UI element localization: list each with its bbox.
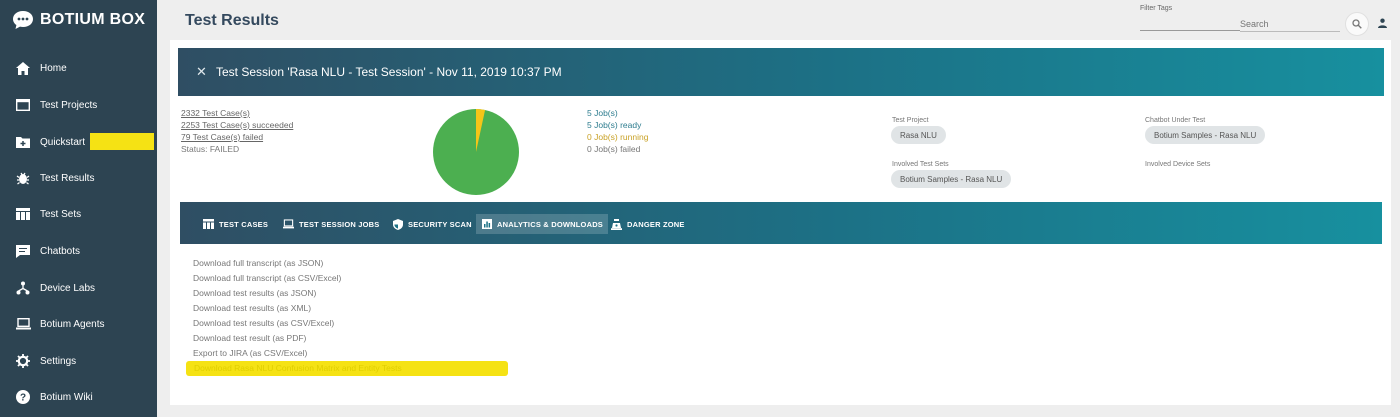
tab-test-cases[interactable]: TEST CASES xyxy=(198,214,273,234)
chatbot-label: Chatbot Under Test xyxy=(1145,117,1206,124)
laptop-icon xyxy=(283,219,294,230)
download-results-json-link[interactable]: Download test results (as JSON) xyxy=(193,288,316,298)
export-jira-link[interactable]: Export to JIRA (as CSV/Excel) xyxy=(193,348,307,358)
jobs-failed: 0 Job(s) failed xyxy=(587,144,641,154)
page-title: Test Results xyxy=(185,12,279,29)
folder-plus-icon xyxy=(15,134,31,150)
tab-label: DANGER ZONE xyxy=(627,219,685,229)
filter-tags-input[interactable] xyxy=(1140,30,1240,31)
chart-icon xyxy=(481,219,492,230)
chat-bubble-logo-icon xyxy=(13,11,33,29)
test-project-label: Test Project xyxy=(892,117,929,124)
download-confusion-matrix-link[interactable]: Download Rasa NLU Confusion Matrix and E… xyxy=(186,361,508,376)
tab-label: ANALYTICS & DOWNLOADS xyxy=(497,219,604,229)
sidebar-item-label: Botium Agents xyxy=(40,318,105,330)
tab-label: TEST SESSION JOBS xyxy=(299,219,380,229)
help-icon: ? xyxy=(15,389,31,405)
laptop-icon xyxy=(15,316,31,332)
tab-danger-zone[interactable]: DANGER ZONE xyxy=(606,214,690,234)
jobs-ready: 5 Job(s) ready xyxy=(587,120,642,130)
search-input[interactable] xyxy=(1240,16,1340,32)
search-icon xyxy=(1352,19,1362,29)
results-pie-chart xyxy=(433,109,519,195)
download-results-xml-link[interactable]: Download test results (as XML) xyxy=(193,303,311,313)
download-transcript-json-link[interactable]: Download full transcript (as JSON) xyxy=(193,258,323,268)
sidebar-item-settings[interactable]: Settings xyxy=(0,349,157,373)
sidebar: BOTIUM BOX Home Test Projects Quickstart… xyxy=(0,0,157,417)
download-result-pdf-link[interactable]: Download test result (as PDF) xyxy=(193,333,306,343)
table-icon xyxy=(15,206,31,222)
svg-text:?: ? xyxy=(20,393,26,404)
sidebar-item-test-projects[interactable]: Test Projects xyxy=(0,93,157,117)
chatbot-chip[interactable]: Botium Samples - Rasa NLU xyxy=(1145,126,1266,144)
bug-icon xyxy=(15,170,31,186)
sidebar-item-botium-agents[interactable]: Botium Agents xyxy=(0,312,157,336)
tabs-bar: TEST CASES TEST SESSION JOBS SECURITY SC… xyxy=(180,202,1382,244)
jobs-running: 0 Job(s) running xyxy=(587,132,649,142)
jobs-total: 5 Job(s) xyxy=(587,108,618,118)
sidebar-item-botium-wiki[interactable]: ? Botium Wiki xyxy=(0,385,157,409)
session-title: Test Session 'Rasa NLU - Test Session' -… xyxy=(216,65,562,79)
test-set-chip[interactable]: Botium Samples - Rasa NLU xyxy=(891,170,1012,188)
sidebar-item-home[interactable]: Home xyxy=(0,56,157,80)
succeeded-link[interactable]: 2253 Test Case(s) succeeded xyxy=(181,120,293,130)
filter-tags-label: Filter Tags xyxy=(1140,5,1173,12)
sidebar-item-label: Device Labs xyxy=(40,282,96,294)
failed-link[interactable]: 79 Test Case(s) failed xyxy=(181,132,263,142)
test-project-chip[interactable]: Rasa NLU xyxy=(891,126,946,144)
folder-icon xyxy=(15,97,31,113)
gear-icon xyxy=(15,353,31,369)
device-sets-label: Involved Device Sets xyxy=(1145,161,1211,168)
tab-label: TEST CASES xyxy=(219,219,269,229)
search-button[interactable] xyxy=(1345,12,1369,36)
sidebar-item-label: Chatbots xyxy=(40,245,81,257)
tab-test-session-jobs[interactable]: TEST SESSION JOBS xyxy=(278,214,385,234)
network-icon xyxy=(15,280,31,296)
test-cases-link[interactable]: 2332 Test Case(s) xyxy=(181,108,250,118)
sidebar-item-quickstart[interactable]: Quickstart xyxy=(0,130,157,154)
download-transcript-csv-link[interactable]: Download full transcript (as CSV/Excel) xyxy=(193,273,341,283)
home-icon xyxy=(15,60,31,76)
close-icon[interactable]: ✕ xyxy=(196,64,207,80)
session-banner: ✕ Test Session 'Rasa NLU - Test Session'… xyxy=(178,48,1384,96)
tab-analytics-downloads[interactable]: ANALYTICS & DOWNLOADS xyxy=(476,214,609,234)
sidebar-item-device-labs[interactable]: Device Labs xyxy=(0,276,157,300)
download-confusion-matrix-label: Download Rasa NLU Confusion Matrix and E… xyxy=(194,363,402,373)
sidebar-item-test-sets[interactable]: Test Sets xyxy=(0,202,157,226)
sidebar-item-label: Test Sets xyxy=(40,208,82,220)
app-name: BOTIUM BOX xyxy=(40,11,146,28)
tab-label: SECURITY SCAN xyxy=(408,219,472,229)
brand[interactable]: BOTIUM BOX xyxy=(12,10,145,30)
shield-icon xyxy=(392,218,403,230)
table-icon xyxy=(203,219,214,230)
sidebar-item-label: Test Projects xyxy=(40,99,98,111)
status-text: Status: FAILED xyxy=(181,144,240,154)
user-button[interactable] xyxy=(1375,16,1389,30)
sidebar-item-chatbots[interactable]: Chatbots xyxy=(0,239,157,263)
chat-icon xyxy=(15,243,31,259)
sidebar-item-label: Home xyxy=(40,62,67,74)
sidebar-item-label: Test Results xyxy=(40,172,95,184)
user-icon xyxy=(1377,18,1387,28)
warning-icon xyxy=(611,218,622,230)
tab-security-scan[interactable]: SECURITY SCAN xyxy=(387,214,477,234)
sidebar-item-test-results[interactable]: Test Results xyxy=(0,166,157,190)
sidebar-item-label: Settings xyxy=(40,355,77,367)
sidebar-item-label: Botium Wiki xyxy=(40,391,93,403)
test-sets-label: Involved Test Sets xyxy=(892,161,949,168)
download-results-csv-link[interactable]: Download test results (as CSV/Excel) xyxy=(193,318,334,328)
sidebar-item-label: Quickstart xyxy=(40,136,86,148)
